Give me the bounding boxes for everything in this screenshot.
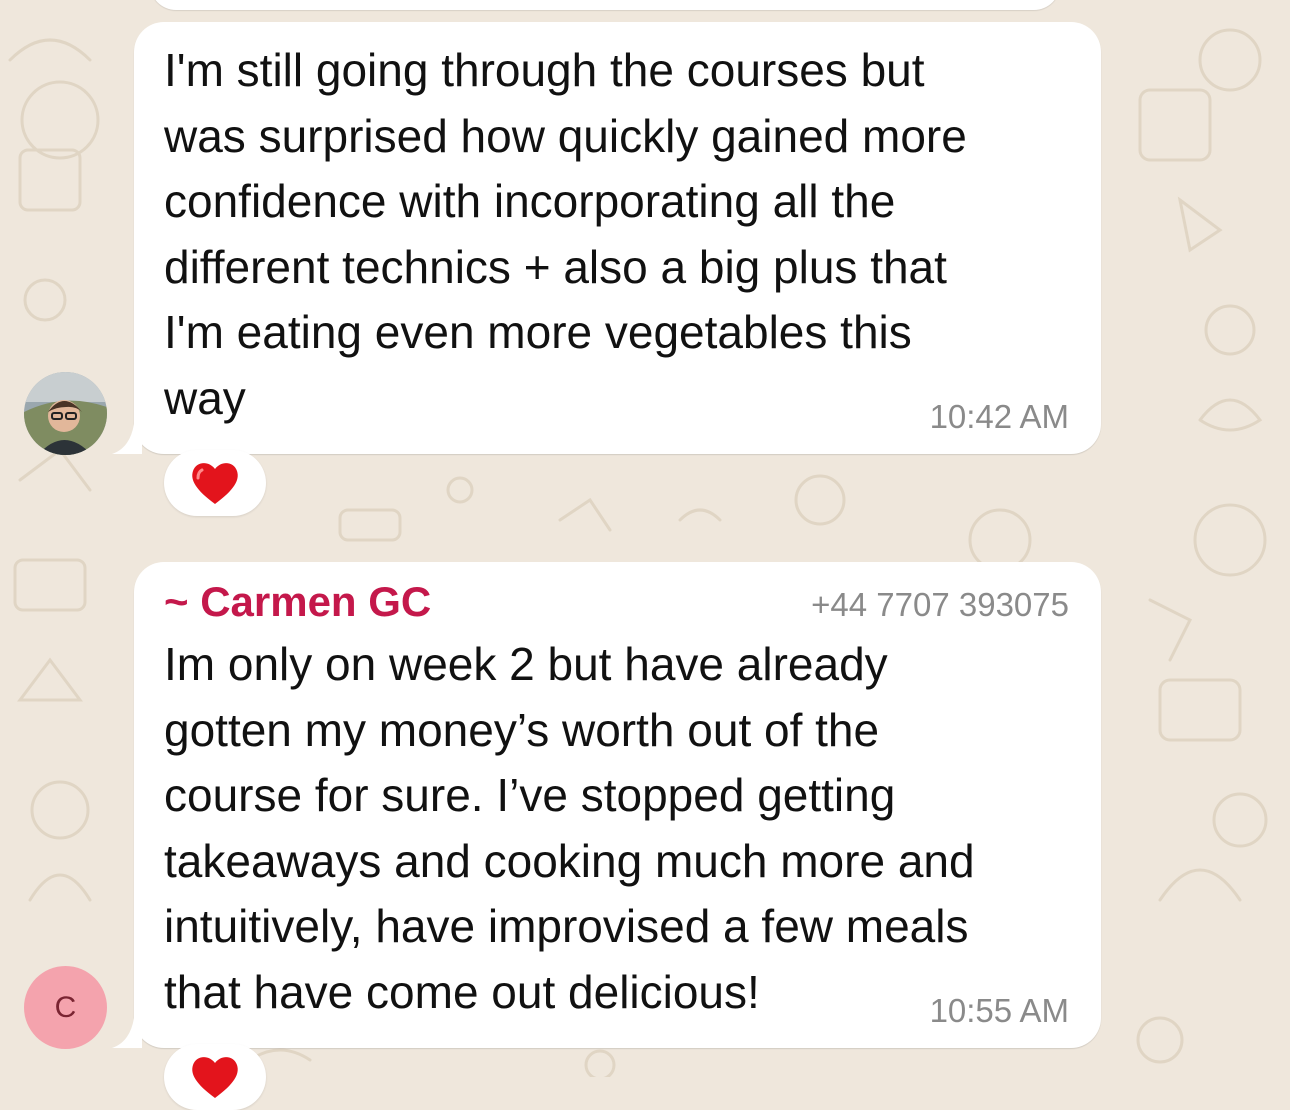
message-text: Im only on week 2 but have already gotte… bbox=[164, 638, 975, 1018]
bubble-tail bbox=[112, 424, 142, 454]
sender-name[interactable]: ~ Carmen GC bbox=[164, 578, 431, 626]
reaction-badge[interactable] bbox=[164, 450, 266, 516]
bubble-tail bbox=[112, 1018, 142, 1048]
heart-icon bbox=[192, 1057, 238, 1098]
message-timestamp: 10:42 AM bbox=[929, 398, 1069, 435]
message-bubble[interactable]: I'm still going through the courses but … bbox=[112, 22, 1101, 454]
reaction-badge[interactable] bbox=[164, 1044, 266, 1110]
sender-avatar[interactable]: C bbox=[24, 966, 107, 1049]
message-text: I'm still going through the courses but … bbox=[164, 44, 967, 424]
heart-icon bbox=[192, 463, 238, 504]
previous-message-bubble bbox=[150, 0, 1060, 10]
avatar-initial: C bbox=[54, 991, 77, 1024]
sender-phone[interactable]: +44 7707 393075 bbox=[811, 586, 1069, 624]
sender-avatar[interactable] bbox=[24, 372, 107, 455]
message-timestamp: 10:55 AM bbox=[929, 992, 1069, 1029]
message-bubble[interactable]: ~ Carmen GC +44 7707 393075 Im only on w… bbox=[112, 562, 1101, 1048]
avatar-photo bbox=[24, 372, 107, 455]
